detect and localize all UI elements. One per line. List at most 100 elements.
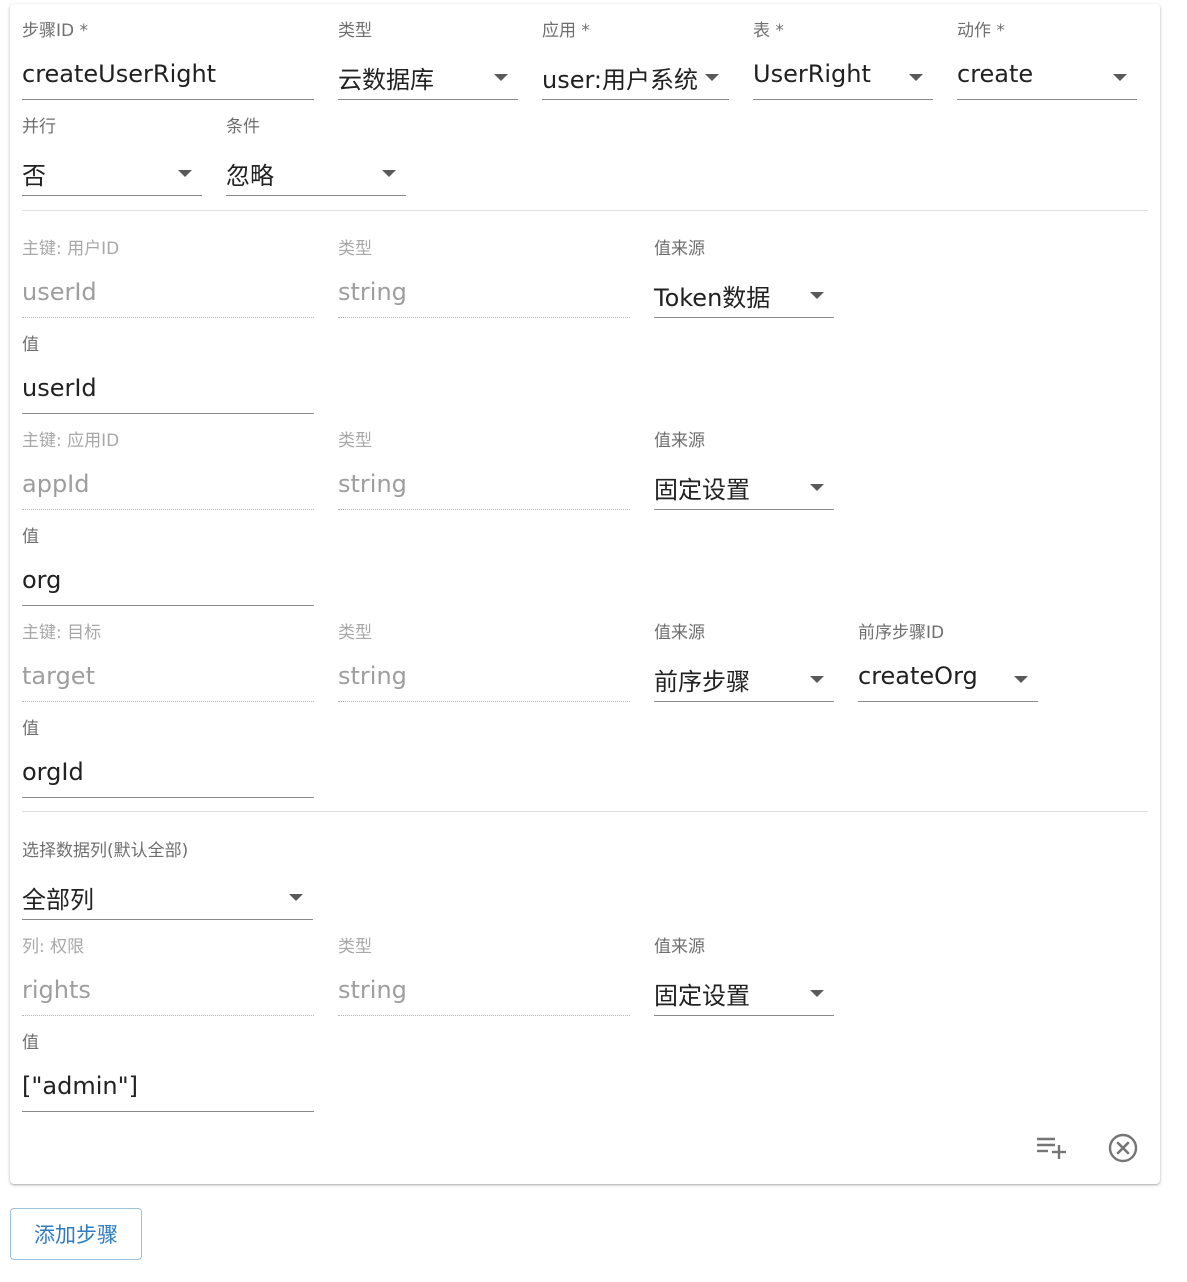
field-underline (338, 701, 630, 702)
chevron-down-icon[interactable] (810, 292, 824, 299)
step-card: 步骤ID * createUserRight 类型 云数据库 应用 * user… (10, 4, 1160, 1184)
field-underline (338, 509, 630, 510)
field-label: 表 * (753, 21, 784, 41)
chevron-down-icon[interactable] (178, 170, 192, 177)
field-underline (22, 195, 202, 196)
field-value: create (957, 60, 1034, 88)
field-label: 值来源 (654, 431, 705, 451)
field-label: 类型 (338, 21, 372, 41)
field-label: 值 (22, 527, 39, 547)
chevron-down-icon[interactable] (810, 990, 824, 997)
field-value: 固定设置 (654, 476, 750, 504)
key-target-source-select[interactable]: 值来源 前序步骤 (654, 618, 834, 704)
field-label: 值来源 (654, 937, 705, 957)
field-label: 主键: 用户ID (22, 239, 120, 259)
field-value: ["admin"] (22, 1072, 139, 1100)
add-step-button[interactable]: 添加步骤 (10, 1208, 142, 1260)
key-userid-value-field[interactable]: 值 userId (22, 330, 314, 416)
field-underline (542, 99, 729, 100)
column-rights-source-select[interactable]: 值来源 固定设置 (654, 932, 834, 1018)
columns-select[interactable]: 选择数据列(默认全部) 全部列 (22, 836, 313, 922)
field-value: 固定设置 (654, 982, 750, 1010)
field-underline (753, 99, 933, 100)
field-value: 云数据库 (338, 66, 434, 94)
field-value: target (22, 662, 95, 690)
field-underline (957, 99, 1137, 100)
column-rights-value-field[interactable]: 值 ["admin"] (22, 1028, 314, 1114)
key-userid-field: 主键: 用户ID userId (22, 234, 314, 320)
field-underline (226, 195, 406, 196)
chevron-down-icon[interactable] (1113, 74, 1127, 81)
field-underline (22, 1111, 314, 1112)
action-select[interactable]: 动作 * create (957, 16, 1137, 102)
field-label: 值来源 (654, 239, 705, 259)
key-userid-source-select[interactable]: 值来源 Token数据 (654, 234, 834, 320)
field-label: 前序步骤ID (858, 623, 945, 643)
field-underline (338, 1015, 630, 1016)
field-value: UserRight (753, 60, 871, 88)
key-target-prev-step-select[interactable]: 前序步骤ID createOrg (858, 618, 1038, 704)
field-value: string (338, 470, 407, 498)
field-underline (338, 99, 518, 100)
field-underline (22, 797, 314, 798)
field-value: string (338, 278, 407, 306)
field-value: rights (22, 976, 91, 1004)
field-label: 值 (22, 719, 39, 739)
chevron-down-icon[interactable] (909, 74, 923, 81)
field-value: createUserRight (22, 60, 217, 88)
playlist-add-icon[interactable] (1034, 1132, 1068, 1162)
chevron-down-icon[interactable] (1014, 676, 1028, 683)
field-value: user:用户系统 (542, 66, 699, 94)
field-underline (654, 509, 834, 510)
field-label: 类型 (338, 937, 372, 957)
app-select[interactable]: 应用 * user:用户系统 (542, 16, 729, 102)
field-underline (22, 605, 314, 606)
key-target-value-field[interactable]: 值 orgId (22, 714, 314, 800)
field-value: 前序步骤 (654, 668, 750, 696)
chevron-down-icon[interactable] (705, 74, 719, 81)
key-target-field: 主键: 目标 target (22, 618, 314, 704)
parallel-select[interactable]: 并行 否 (22, 112, 202, 198)
field-underline (22, 413, 314, 414)
chevron-down-icon[interactable] (289, 894, 303, 901)
field-value: org (22, 566, 62, 594)
chevron-down-icon[interactable] (810, 676, 824, 683)
section-divider (22, 210, 1148, 211)
field-label: 主键: 目标 (22, 623, 102, 643)
field-underline (654, 1015, 834, 1016)
close-circle-icon[interactable] (1107, 1132, 1139, 1164)
field-underline (22, 919, 313, 920)
chevron-down-icon[interactable] (810, 484, 824, 491)
field-underline (22, 99, 314, 100)
field-underline (338, 317, 630, 318)
field-value: string (338, 976, 407, 1004)
field-value: createOrg (858, 662, 978, 690)
field-label: 类型 (338, 431, 372, 451)
condition-select[interactable]: 条件 忽略 (226, 112, 406, 198)
key-userid-type-field: 类型 string (338, 234, 630, 320)
key-appid-type-field: 类型 string (338, 426, 630, 512)
chevron-down-icon[interactable] (494, 74, 508, 81)
field-value: 全部列 (22, 886, 94, 914)
field-label: 类型 (338, 623, 372, 643)
step-id-field[interactable]: 步骤ID * createUserRight (22, 16, 314, 102)
key-appid-field: 主键: 应用ID appId (22, 426, 314, 512)
field-underline (22, 509, 314, 510)
type-select[interactable]: 类型 云数据库 (338, 16, 518, 102)
field-value: appId (22, 470, 90, 498)
table-select[interactable]: 表 * UserRight (753, 16, 933, 102)
section-divider (22, 811, 1148, 812)
field-underline (22, 701, 314, 702)
field-label: 主键: 应用ID (22, 431, 120, 451)
chevron-down-icon[interactable] (382, 170, 396, 177)
key-appid-value-field[interactable]: 值 org (22, 522, 314, 608)
column-rights-field: 列: 权限 rights (22, 932, 314, 1018)
field-underline (654, 701, 834, 702)
field-label: 类型 (338, 239, 372, 259)
field-value: 否 (22, 162, 46, 190)
field-label: 值来源 (654, 623, 705, 643)
field-underline (858, 701, 1038, 702)
field-label: 并行 (22, 117, 56, 137)
field-underline (22, 317, 314, 318)
key-appid-source-select[interactable]: 值来源 固定设置 (654, 426, 834, 512)
